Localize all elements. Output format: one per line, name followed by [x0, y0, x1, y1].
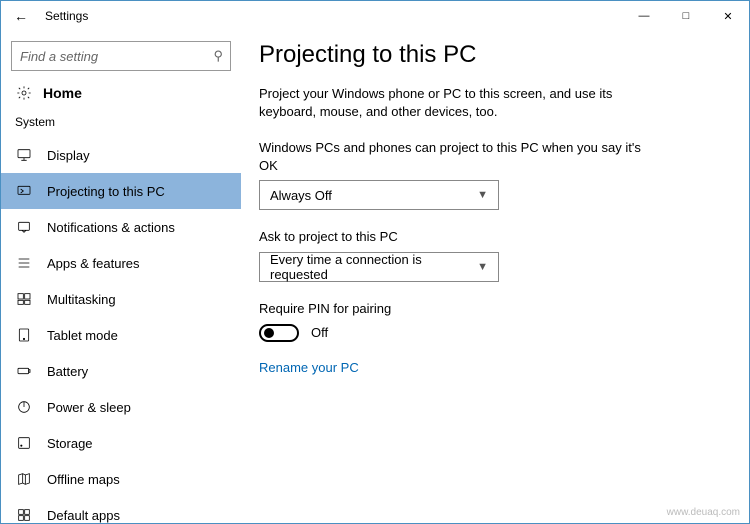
watermark: www.deuaq.com — [667, 507, 740, 518]
nav-label: Battery — [47, 364, 88, 379]
field1-label: Windows PCs and phones can project to th… — [259, 139, 659, 174]
nav-power-sleep[interactable]: Power & sleep — [1, 389, 241, 425]
gear-icon — [15, 85, 33, 101]
search-icon: ⚲ — [213, 48, 223, 64]
battery-icon — [15, 363, 33, 379]
nav-label: Display — [47, 148, 90, 163]
list-icon — [15, 255, 33, 271]
search-input[interactable] — [11, 41, 231, 71]
chevron-down-icon: ▼ — [477, 261, 488, 273]
pin-toggle[interactable] — [259, 324, 299, 342]
pin-toggle-row: Off — [259, 324, 719, 342]
project-availability-select[interactable]: Always Off ▼ — [259, 180, 499, 210]
nav-tablet-mode[interactable]: Tablet mode — [1, 317, 241, 353]
nav-display[interactable]: Display — [1, 137, 241, 173]
home-link[interactable]: Home — [1, 85, 241, 109]
monitor-icon — [15, 147, 33, 163]
rename-pc-link[interactable]: Rename your PC — [259, 360, 719, 375]
page-description: Project your Windows phone or PC to this… — [259, 85, 659, 121]
default-apps-icon — [15, 507, 33, 523]
settings-window: ← Settings — □ ✕ ⚲ Home System — [0, 0, 750, 524]
nav-label: Tablet mode — [47, 328, 118, 343]
project-icon — [15, 183, 33, 199]
nav-list: Display Projecting to this PC Notificati… — [1, 137, 241, 523]
select-value: Always Off — [270, 188, 332, 203]
back-button[interactable]: ← — [9, 8, 33, 24]
nav-storage[interactable]: Storage — [1, 425, 241, 461]
nav-offline-maps[interactable]: Offline maps — [1, 461, 241, 497]
nav-notifications[interactable]: Notifications & actions — [1, 209, 241, 245]
nav-label: Apps & features — [47, 256, 140, 271]
body: ⚲ Home System Display Projecting to this… — [1, 31, 749, 523]
section-label: System — [1, 109, 241, 137]
ask-to-project-select[interactable]: Every time a connection is requested ▼ — [259, 252, 499, 282]
nav-label: Power & sleep — [47, 400, 131, 415]
storage-icon — [15, 435, 33, 451]
home-label: Home — [43, 85, 82, 101]
notification-icon — [15, 219, 33, 235]
select-value: Every time a connection is requested — [270, 252, 477, 282]
power-icon — [15, 399, 33, 415]
nav-default-apps[interactable]: Default apps — [1, 497, 241, 523]
close-button[interactable]: ✕ — [707, 1, 749, 31]
map-icon — [15, 471, 33, 487]
toggle-state: Off — [311, 325, 328, 340]
page-title: Projecting to this PC — [259, 41, 719, 69]
nav-apps-features[interactable]: Apps & features — [1, 245, 241, 281]
multitask-icon — [15, 291, 33, 307]
nav-label: Notifications & actions — [47, 220, 175, 235]
toggle-knob — [264, 328, 274, 338]
nav-label: Storage — [47, 436, 93, 451]
nav-label: Offline maps — [47, 472, 120, 487]
nav-multitasking[interactable]: Multitasking — [1, 281, 241, 317]
field3-label: Require PIN for pairing — [259, 300, 659, 318]
content: Projecting to this PC Project your Windo… — [241, 31, 749, 523]
tablet-icon — [15, 327, 33, 343]
field2-label: Ask to project to this PC — [259, 228, 659, 246]
nav-projecting[interactable]: Projecting to this PC — [1, 173, 241, 209]
chevron-down-icon: ▼ — [477, 189, 488, 201]
maximize-button[interactable]: □ — [665, 1, 707, 31]
window-controls: — □ ✕ — [623, 1, 749, 31]
nav-label: Projecting to this PC — [47, 184, 165, 199]
nav-battery[interactable]: Battery — [1, 353, 241, 389]
sidebar: ⚲ Home System Display Projecting to this… — [1, 31, 241, 523]
titlebar: ← Settings — □ ✕ — [1, 1, 749, 31]
search-wrap: ⚲ — [11, 41, 231, 71]
nav-label: Multitasking — [47, 292, 116, 307]
window-title: Settings — [45, 9, 88, 23]
minimize-button[interactable]: — — [623, 1, 665, 31]
nav-label: Default apps — [47, 508, 120, 523]
